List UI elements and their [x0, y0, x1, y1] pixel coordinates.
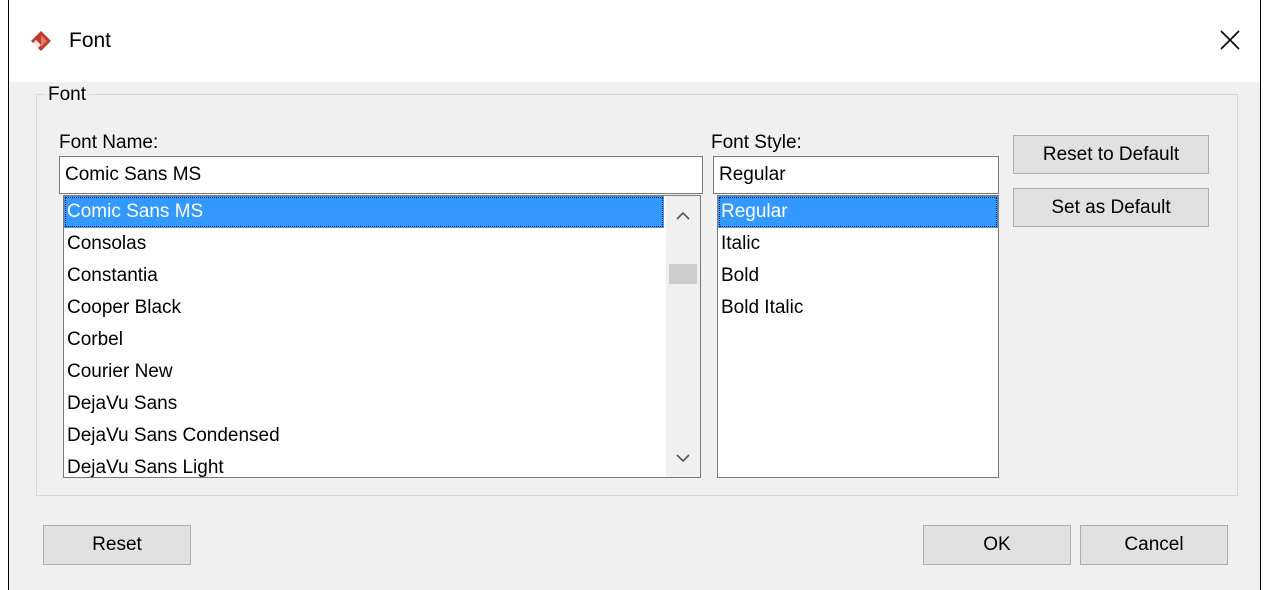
app-logo-icon	[31, 31, 51, 51]
close-button[interactable]	[1200, 12, 1260, 68]
list-item[interactable]: Bold	[718, 260, 998, 292]
reset-to-default-button[interactable]: Reset to Default	[1013, 135, 1209, 174]
scroll-thumb[interactable]	[669, 264, 697, 284]
window-title: Font	[69, 29, 112, 52]
ok-button[interactable]: OK	[923, 525, 1071, 565]
list-item[interactable]: DejaVu Sans Light	[64, 452, 664, 477]
list-item[interactable]: Cooper Black	[64, 292, 664, 324]
groupbox-title: Font	[45, 84, 90, 106]
list-item[interactable]: Courier New	[64, 356, 664, 388]
font-list-scrollbar[interactable]	[666, 196, 700, 477]
scroll-down-button[interactable]	[666, 443, 700, 473]
set-as-default-button[interactable]: Set as Default	[1013, 188, 1209, 227]
list-item[interactable]: Comic Sans MS	[64, 196, 664, 228]
font-dialog: Font Font Font Name: Comic Sans MSConsol…	[8, 0, 1261, 590]
reset-button[interactable]: Reset	[43, 525, 191, 565]
font-style-label: Font Style:	[711, 132, 802, 153]
font-name-list-items: Comic Sans MS Consolas Constantia Cooper Bl…	[64, 196, 700, 477]
font-style-input[interactable]	[713, 156, 999, 194]
scroll-up-button[interactable]	[666, 200, 700, 230]
list-item[interactable]: Bold Italic	[718, 292, 998, 324]
font-style-list[interactable]: Regular Italic Bold Bold Italic	[717, 195, 999, 478]
font-name-label: Font Name:	[59, 132, 159, 153]
list-item[interactable]: Italic	[718, 228, 998, 260]
font-name-input[interactable]	[59, 156, 703, 194]
close-icon	[1220, 30, 1240, 50]
cancel-button[interactable]: Cancel	[1080, 525, 1228, 565]
list-item[interactable]: Regular	[718, 196, 998, 228]
font-name-list[interactable]: Comic Sans MS Consolas Constantia Cooper Bl…	[63, 195, 701, 478]
list-item[interactable]: DejaVu Sans Condensed	[64, 420, 664, 452]
chevron-down-icon	[676, 453, 690, 462]
title-bar: Font	[9, 0, 1260, 82]
chevron-up-icon	[676, 211, 690, 220]
list-item[interactable]: Consolas	[64, 228, 664, 260]
list-item[interactable]: Constantia	[64, 260, 664, 292]
list-item[interactable]: Corbel	[64, 324, 664, 356]
font-style-list-items: Regular Italic Bold Bold Italic	[718, 196, 998, 324]
list-item[interactable]: DejaVu Sans	[64, 388, 664, 420]
